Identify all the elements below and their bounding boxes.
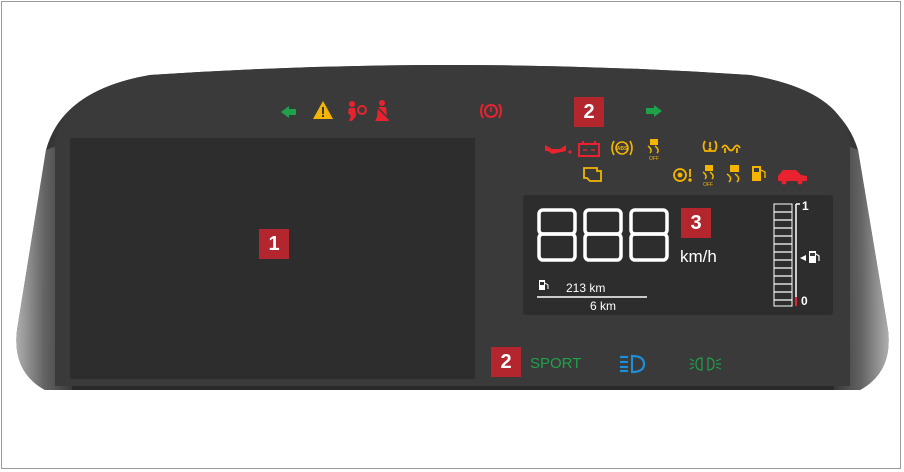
instrument-cluster: ABS OFF OFF: [16, 65, 889, 390]
callout-speed-display: 3: [681, 208, 711, 238]
trip-odometer-value: 6 km: [590, 299, 617, 313]
callout-indicators-bottom: 2: [491, 347, 521, 377]
speed-unit: km/h: [680, 247, 717, 266]
svg-text:OFF: OFF: [649, 156, 659, 162]
fuel-gauge-max-label: 1: [802, 199, 809, 213]
callout-indicators-top: 2: [574, 97, 604, 127]
callout-display-area: 1: [259, 229, 289, 259]
speed-digits-value: 888: [539, 206, 667, 262]
fuel-gauge-min-label: 0: [801, 294, 808, 308]
svg-text:ABS: ABS: [617, 146, 628, 152]
svg-text:OFF: OFF: [703, 182, 713, 188]
sport-mode-label: SPORT: [530, 355, 582, 372]
trip-range-value: 213 km: [566, 281, 606, 295]
